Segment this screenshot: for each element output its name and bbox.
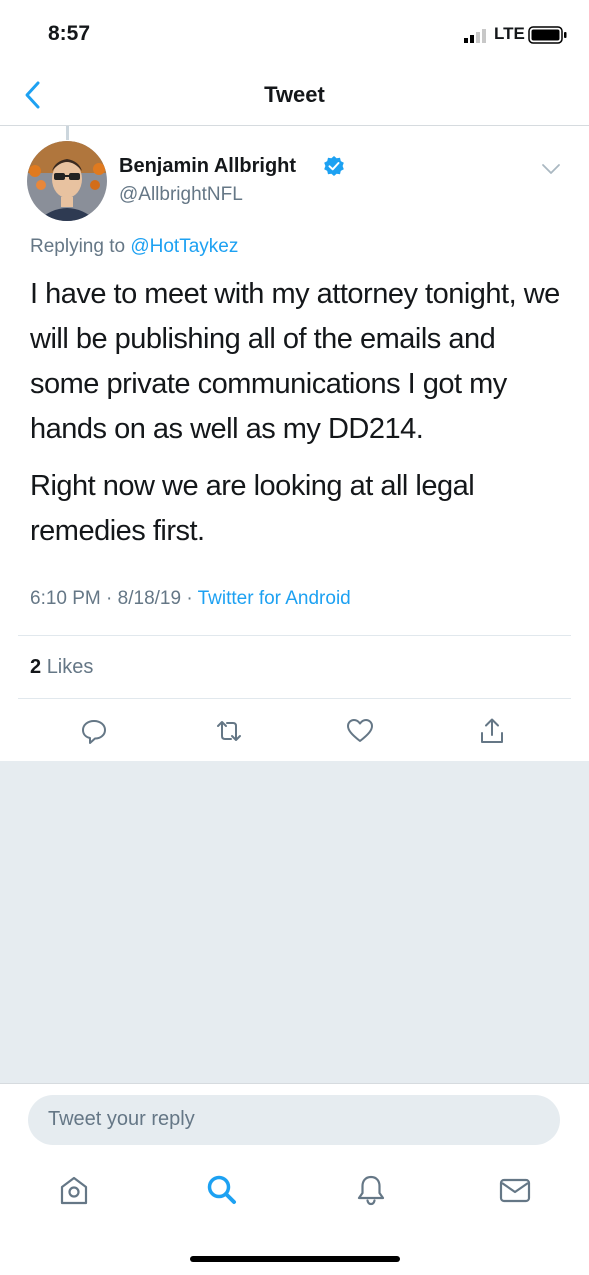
- network-label: LTE: [494, 24, 525, 43]
- divider: [18, 635, 571, 636]
- tweet-text: I have to meet with my attorney tonight,…: [30, 272, 570, 566]
- reply-input[interactable]: Tweet your reply: [28, 1095, 560, 1145]
- author-name[interactable]: Benjamin Allbright: [119, 155, 296, 178]
- replies-area: [0, 761, 589, 1083]
- tweet-paragraph: Right now we are looking at all legal re…: [30, 470, 475, 547]
- nav-divider: [0, 125, 589, 126]
- divider: [18, 698, 571, 699]
- status-time: 8:57: [48, 22, 91, 45]
- thread-line: [66, 126, 69, 140]
- avatar[interactable]: [27, 141, 107, 221]
- reply-icon[interactable]: [79, 716, 109, 746]
- tweet-metadata: 6:10 PM · 8/18/19 · Twitter for Android: [30, 588, 351, 610]
- home-indicator[interactable]: [190, 1256, 400, 1262]
- battery-icon: [528, 26, 567, 44]
- likes-link[interactable]: 2 Likes: [30, 656, 93, 679]
- author-handle[interactable]: @AllbrightNFL: [119, 184, 243, 206]
- tweet-date: 8/18/19: [117, 588, 182, 609]
- signal-icon: [464, 29, 486, 43]
- likes-label: Likes: [46, 656, 94, 678]
- separator-dot: ·: [106, 588, 113, 609]
- tweet-source-link[interactable]: Twitter for Android: [198, 588, 351, 609]
- verified-badge-icon: [324, 156, 344, 176]
- separator-dot: ·: [186, 588, 193, 609]
- likes-count: 2: [30, 656, 42, 678]
- replying-to-line: Replying to @HotTaykez: [30, 236, 238, 258]
- page-title: Tweet: [264, 82, 325, 107]
- messages-icon[interactable]: [497, 1172, 533, 1208]
- notifications-icon[interactable]: [353, 1172, 389, 1208]
- reply-placeholder: Tweet your reply: [48, 1108, 195, 1130]
- tweet-time: 6:10 PM: [30, 588, 101, 609]
- like-icon[interactable]: [345, 716, 375, 746]
- home-icon[interactable]: [56, 1172, 92, 1208]
- chevron-down-icon[interactable]: [541, 162, 561, 176]
- search-icon[interactable]: [204, 1172, 240, 1208]
- tweet-paragraph: I have to meet with my attorney tonight,…: [30, 278, 560, 445]
- share-icon[interactable]: [477, 716, 507, 746]
- replying-to-link[interactable]: @HotTaykez: [130, 236, 238, 257]
- retweet-icon[interactable]: [214, 716, 244, 746]
- divider: [0, 1083, 589, 1084]
- replying-prefix: Replying to: [30, 236, 126, 257]
